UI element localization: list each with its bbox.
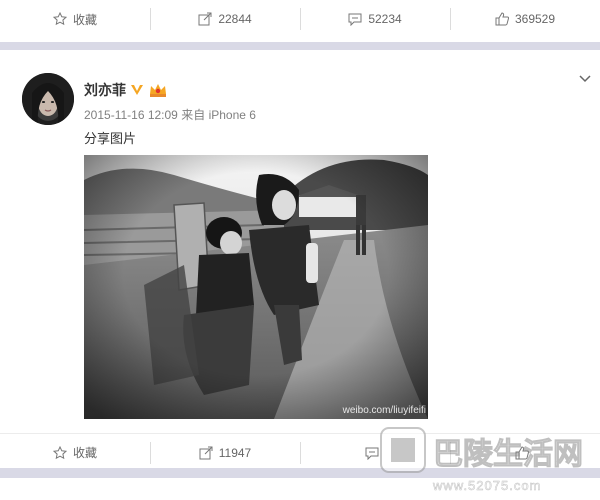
repost-count: 11947 <box>218 445 252 460</box>
repost-button[interactable]: 11947 <box>150 441 300 464</box>
comment-icon <box>365 447 379 460</box>
star-icon <box>52 12 67 26</box>
source-link[interactable]: iPhone 6 <box>209 108 256 122</box>
avatar[interactable] <box>22 73 74 125</box>
verified-badge-icon <box>131 85 143 95</box>
chevron-down-icon[interactable] <box>578 72 592 86</box>
like-count: 369529 <box>514 12 556 26</box>
share-icon <box>199 446 213 459</box>
repost-button[interactable]: 22844 <box>150 8 300 30</box>
image-watermark: weibo.com/liuyifeifi <box>342 405 426 416</box>
like-button[interactable]: 369529 <box>450 8 600 30</box>
username[interactable]: 刘亦菲 <box>84 80 126 100</box>
like-icon <box>495 12 509 26</box>
comment-count: 52234 <box>368 12 402 26</box>
star-icon <box>52 445 67 459</box>
favorite-label: 收藏 <box>72 446 97 460</box>
source-prefix: 来自 <box>181 108 206 122</box>
photo-scene: weibo.com/liuyifeifi <box>84 155 428 419</box>
comment-icon <box>348 13 362 26</box>
previous-post-action-bar: 收藏 22844 52234 369529 <box>0 0 600 38</box>
timestamp-link[interactable]: 2015-11-16 12:09 <box>84 108 178 122</box>
previous-post-card: 收藏 22844 52234 369529 <box>0 0 600 42</box>
favorite-button[interactable]: 收藏 <box>0 8 150 30</box>
post-card: 刘亦菲 2015-11-16 12:09 来自 iPhone 6 分享图片 we… <box>0 50 600 468</box>
share-icon <box>198 12 212 26</box>
post-image[interactable]: weibo.com/liuyifeifi <box>84 155 428 419</box>
post-action-bar: 收藏 11947 <box>0 433 600 471</box>
vip-crown-icon[interactable] <box>148 82 168 98</box>
like-button[interactable] <box>450 441 600 464</box>
avatar-image <box>22 73 74 125</box>
author-row: 刘亦菲 <box>84 80 168 100</box>
post-text: 分享图片 <box>84 131 137 146</box>
comment-button[interactable]: 52234 <box>300 8 450 30</box>
post-meta: 2015-11-16 12:09 来自 iPhone 6 <box>84 106 256 123</box>
comment-button[interactable] <box>300 441 450 464</box>
next-post-card <box>0 478 600 500</box>
favorite-label: 收藏 <box>72 12 97 27</box>
favorite-button[interactable]: 收藏 <box>0 442 150 464</box>
like-icon <box>515 445 529 459</box>
repost-count: 22844 <box>218 12 252 26</box>
